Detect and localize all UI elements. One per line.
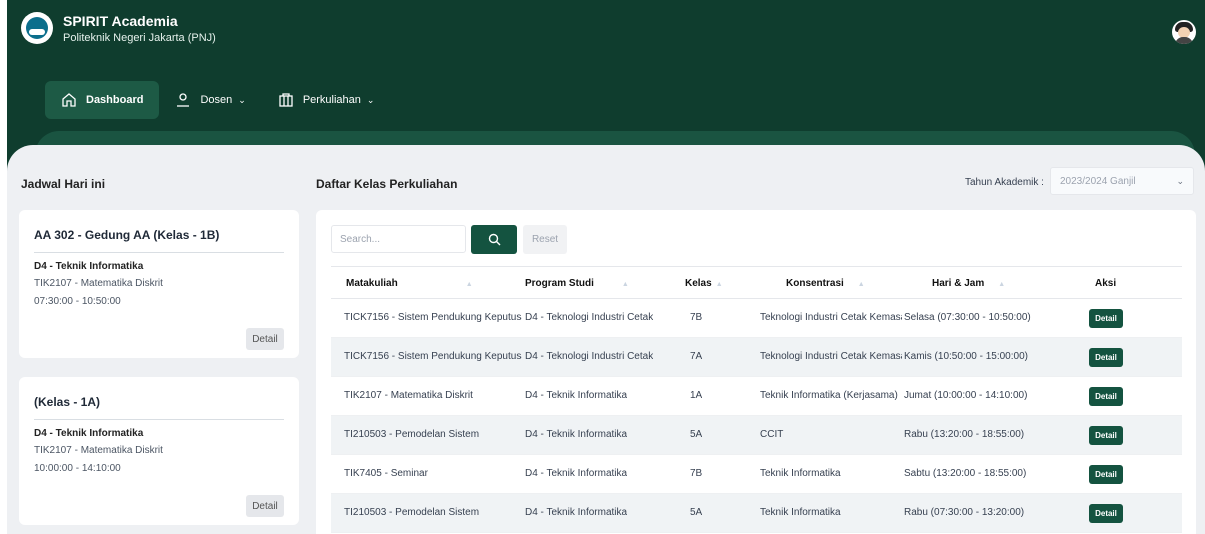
- sort-icon: ▲: [465, 281, 473, 288]
- cell-hari-jam: Sabtu (13:20:00 - 18:55:00): [904, 468, 1027, 479]
- user-avatar[interactable]: [1172, 20, 1196, 44]
- chevron-down-icon: ⌄: [366, 94, 375, 105]
- jadwal-title: Jadwal Hari ini: [21, 177, 106, 191]
- columns-icon: [279, 93, 293, 107]
- cell-program-studi: D4 - Teknik Informatika: [525, 390, 628, 401]
- table-header: Matakuliah ▲ Program Studi ▲ Kelas ▲ Konsen…: [331, 266, 1182, 299]
- cell-konsentrasi: CCIT: [760, 429, 784, 440]
- app-logo-icon: [21, 12, 53, 44]
- table-row: TI210503 - Pemodelan Sistem D4 - Teknik …: [331, 494, 1182, 533]
- schedule-detail-button[interactable]: Detail: [246, 495, 284, 517]
- cell-hari-jam: Selasa (07:30:00 - 10:50:00): [904, 312, 1031, 323]
- schedule-prodi: D4 - Teknik Informatika: [34, 428, 144, 439]
- cell-matakuliah: TI210503 - Pemodelan Sistem: [344, 429, 480, 440]
- app-title: SPIRIT Academia: [63, 12, 178, 29]
- nav-dashboard[interactable]: Dashboard: [45, 81, 160, 119]
- column-header-konsentrasi[interactable]: Konsentrasi ▲: [786, 278, 865, 289]
- app-subtitle: Politeknik Negeri Jakarta (PNJ): [63, 31, 216, 44]
- nav-dosen-label: Dosen: [200, 94, 233, 106]
- cell-hari-jam: Rabu (13:20:00 - 18:55:00): [904, 429, 1025, 440]
- schedule-matkul: TIK2107 - Matematika Diskrit: [34, 278, 163, 289]
- home-icon: [62, 93, 76, 107]
- nav-dashboard-label: Dashboard: [86, 94, 144, 106]
- nav-perkuliahan-label: Perkuliahan: [302, 94, 361, 106]
- cell-program-studi: D4 - Teknik Informatika: [525, 468, 628, 479]
- cell-kelas: 7A: [690, 351, 703, 362]
- cell-kelas: 5A: [690, 507, 703, 518]
- cell-kelas: 1A: [690, 390, 703, 401]
- cell-matakuliah: TIK2107 - Matematika Diskrit: [344, 390, 473, 401]
- search-icon: [488, 233, 500, 246]
- nav-dosen[interactable]: Dosen ⌄: [159, 81, 261, 119]
- schedule-detail-button[interactable]: Detail: [246, 328, 284, 350]
- column-header-program-studi[interactable]: Program Studi ▲: [525, 278, 629, 289]
- cell-konsentrasi: Teknik Informatika: [760, 507, 841, 518]
- row-detail-button[interactable]: Detail: [1089, 426, 1123, 445]
- row-detail-button[interactable]: Detail: [1089, 504, 1123, 523]
- tahun-akademik-label: Tahun Akademik :: [965, 177, 1044, 188]
- row-detail-button[interactable]: Detail: [1089, 348, 1123, 367]
- kelas-table-card: Search... Reset Matakuliah ▲ Program Stud…: [316, 210, 1196, 534]
- sort-icon: ▲: [715, 281, 723, 288]
- cell-matakuliah: TIK7405 - Seminar: [344, 468, 428, 479]
- row-detail-button[interactable]: Detail: [1089, 387, 1123, 406]
- search-placeholder: Search...: [340, 234, 381, 245]
- sort-icon: ▲: [621, 281, 629, 288]
- cell-matakuliah: TI210503 - Pemodelan Sistem: [344, 507, 480, 518]
- table-row: TICK7156 - Sistem Pendukung Keputusan D4…: [331, 299, 1182, 338]
- schedule-card: (Kelas - 1A) D4 - Teknik Informatika TIK…: [19, 377, 299, 525]
- brand[interactable]: SPIRIT Academia Politeknik Negeri Jakart…: [21, 12, 216, 44]
- table-row: TI210503 - Pemodelan Sistem D4 - Teknik …: [331, 416, 1182, 455]
- row-detail-button[interactable]: Detail: [1089, 309, 1123, 328]
- column-header-kelas[interactable]: Kelas ▲: [685, 278, 723, 289]
- cell-kelas: 5A: [690, 429, 703, 440]
- column-header-matakuliah[interactable]: Matakuliah ▲: [346, 278, 473, 289]
- daftar-title: Daftar Kelas Perkuliahan: [316, 177, 458, 191]
- tahun-akademik-select[interactable]: 2023/2024 Ganjil ⌄: [1050, 167, 1194, 195]
- column-header-hari-jam[interactable]: Hari & Jam ▲: [932, 278, 1005, 289]
- reset-button[interactable]: Reset: [523, 225, 567, 254]
- cell-program-studi: D4 - Teknologi Industri Cetak: [525, 312, 654, 323]
- schedule-room: AA 302 - Gedung AA (Kelas - 1B): [34, 228, 284, 253]
- cell-matakuliah: TICK7156 - Sistem Pendukung Keputusan: [344, 351, 522, 362]
- cell-program-studi: D4 - Teknik Informatika: [525, 507, 628, 518]
- cell-hari-jam: Rabu (07:30:00 - 13:20:00): [904, 507, 1025, 518]
- chevron-down-icon: ⌄: [238, 94, 246, 105]
- schedule-card: AA 302 - Gedung AA (Kelas - 1B) D4 - Tek…: [19, 210, 299, 358]
- cell-konsentrasi: Teknik Informatika: [760, 468, 841, 479]
- schedule-time: 07:30:00 - 10:50:00: [34, 296, 121, 307]
- tahun-akademik-value: 2023/2024 Ganjil: [1060, 176, 1136, 187]
- nav-perkuliahan[interactable]: Perkuliahan ⌄: [262, 81, 391, 119]
- cell-program-studi: D4 - Teknologi Industri Cetak: [525, 351, 654, 362]
- cell-hari-jam: Jumat (10:00:00 - 14:10:00): [904, 390, 1028, 401]
- schedule-prodi: D4 - Teknik Informatika: [34, 261, 144, 272]
- sort-icon: ▲: [998, 281, 1006, 288]
- chevron-down-icon: ⌄: [1176, 176, 1184, 186]
- main-nav: Dashboard Dosen ⌄ Perkuliahan ⌄: [45, 81, 390, 119]
- search-input[interactable]: Search...: [331, 225, 466, 253]
- user-icon: [177, 93, 190, 107]
- sort-icon: ▲: [857, 281, 865, 288]
- schedule-time: 10:00:00 - 14:10:00: [34, 463, 121, 474]
- table-row: TIK7405 - Seminar D4 - Teknik Informatik…: [331, 455, 1182, 494]
- row-detail-button[interactable]: Detail: [1089, 465, 1123, 484]
- search-button[interactable]: [471, 225, 517, 254]
- cell-hari-jam: Kamis (10:50:00 - 15:00:00): [904, 351, 1028, 362]
- cell-konsentrasi: Teknik Informatika (Kerjasama): [760, 390, 898, 401]
- column-header-aksi: Aksi: [1095, 278, 1117, 289]
- schedule-matkul: TIK2107 - Matematika Diskrit: [34, 445, 163, 456]
- table-row: TIK2107 - Matematika Diskrit D4 - Teknik…: [331, 377, 1182, 416]
- schedule-room: (Kelas - 1A): [34, 395, 284, 420]
- cell-kelas: 7B: [690, 312, 703, 323]
- table-row: TICK7156 - Sistem Pendukung Keputusan D4…: [331, 338, 1182, 377]
- cell-program-studi: D4 - Teknik Informatika: [525, 429, 628, 440]
- cell-kelas: 7B: [690, 468, 703, 479]
- cell-matakuliah: TICK7156 - Sistem Pendukung Keputusan: [344, 312, 522, 323]
- cell-konsentrasi: Teknologi Industri Cetak Kemasan: [760, 312, 902, 323]
- cell-konsentrasi: Teknologi Industri Cetak Kemasan: [760, 351, 902, 362]
